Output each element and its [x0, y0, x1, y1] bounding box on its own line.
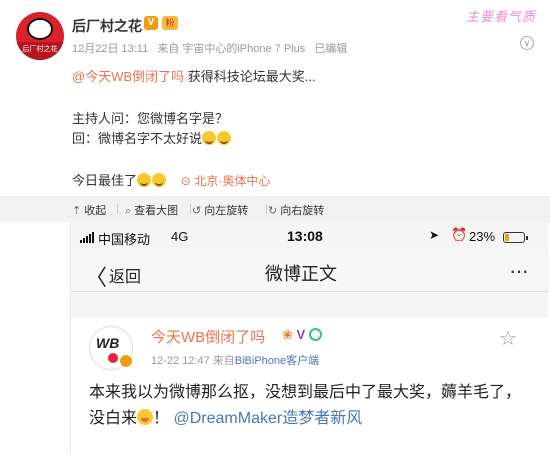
alarm-icon: ⏰ — [451, 227, 468, 242]
rotate-right-button[interactable]: ↻ 向右旋转 — [268, 202, 324, 218]
network-type: 4G — [171, 229, 189, 244]
battery-fill — [505, 234, 509, 241]
author-avatar[interactable]: 后厂村之花 — [16, 12, 64, 60]
divider — [190, 204, 191, 214]
rotate-left-label: 向左旋转 — [204, 205, 249, 217]
emoji-icon — [217, 131, 232, 145]
divider — [117, 204, 118, 214]
mention-link[interactable]: @今天WB倒闭了吗 — [72, 69, 184, 84]
nav-bar: 〈返回 微博正文 ··· — [71, 252, 549, 292]
status-time: 13:08 — [287, 228, 323, 244]
page-title: 微博正文 — [265, 264, 337, 284]
post-line-1-text: 获得科技论坛最大奖... — [184, 69, 316, 84]
rotate-left-button[interactable]: ↺ 向左旋转 — [192, 202, 248, 218]
client-link[interactable]: BiBiPhone客户端 — [235, 355, 319, 367]
post-line-4: 今日最佳了 ⊙ 北京·奥体中心 — [72, 170, 270, 189]
post-meta: 12月22日 13:11 来自 宇宙中心的iPhone 7 Plus 已编辑 — [72, 40, 353, 56]
post-source: 来自 宇宙中心的iPhone 7 Plus — [157, 43, 306, 55]
author-name[interactable]: 后厂村之花 — [72, 16, 142, 36]
card-meta: 12-22 12:47 来自BiBiPhone客户端 — [151, 352, 319, 368]
avatar-face — [27, 18, 53, 40]
verified-badge-icon: V — [144, 16, 158, 30]
battery-percent: 23% — [469, 229, 496, 244]
signal-icon — [80, 232, 94, 243]
phone-screenshot: 中国移动 4G 13:08 ➤ ⏰ 23% 〈返回 微博正文 ··· WB 今天… — [70, 222, 549, 454]
avatar-logo-text: WB — [96, 335, 120, 351]
check-badge-icon — [308, 328, 322, 341]
more-icon[interactable]: ··· — [509, 258, 529, 284]
card-date: 12-22 12:47 — [151, 355, 210, 367]
laugh-emoji-icon — [152, 173, 167, 187]
card-source-prefix: 来自 — [212, 355, 235, 367]
location-pin-icon: ⊙ — [180, 174, 191, 188]
post-line-3: 回：微博名字不太好说 — [72, 128, 232, 147]
collapse-label: 收起 — [84, 205, 107, 217]
drool-emoji-icon — [137, 409, 154, 425]
watermark: 主要看气质 — [466, 9, 537, 24]
back-label: 返回 — [109, 269, 142, 286]
post-line-2: 主持人问：您微博名字是？ — [72, 111, 229, 126]
laugh-emoji-icon — [137, 173, 152, 187]
post-line-1: @今天WB倒闭了吗 获得科技论坛最大奖... — [72, 66, 316, 85]
image-toolbar: ⇡ 收起 ⌕ 查看大图 ↺ 向左旋转 ↻ 向右旋转 — [0, 196, 550, 222]
card-text-tail: ！ — [153, 410, 170, 427]
chevron-left-icon: 〈 — [85, 265, 108, 290]
location-arrow-icon: ➤ — [429, 228, 440, 242]
avatar-caption: 后厂村之花 — [16, 42, 64, 60]
carrier-name: 中国移动 — [98, 232, 151, 247]
rotate-right-label: 向右旋转 — [280, 205, 325, 217]
card-mention-link[interactable]: @DreamMaker造梦者新风 — [173, 410, 362, 427]
edited-label[interactable]: 已编辑 — [314, 43, 347, 55]
verified-badge-icon — [119, 354, 133, 368]
post-line-3-text: 回：微博名字不太好说 — [72, 131, 203, 146]
fan-badge-icon: 粉 — [162, 16, 178, 30]
weibo-post: 后厂村之花 后厂村之花 V 粉 主要看气质 ∨ 12月22日 13:11 来自 … — [0, 0, 550, 196]
rotate-right-icon: ↻ — [268, 205, 278, 217]
bulb-icon — [108, 353, 118, 363]
collapse-icon: ⇡ — [72, 205, 82, 217]
card-badges: ❀ V — [282, 327, 322, 343]
collapse-button[interactable]: ⇡ 收起 — [72, 202, 106, 218]
magnifier-icon: ⌕ — [125, 205, 132, 217]
view-large-button[interactable]: ⌕ 查看大图 — [125, 202, 178, 218]
vip-badge-icon: V — [296, 327, 306, 342]
back-button[interactable]: 〈返回 — [85, 260, 141, 292]
battery-icon — [503, 232, 528, 243]
view-large-label: 查看大图 — [134, 205, 179, 217]
chevron-down-icon[interactable]: ∨ — [520, 36, 534, 50]
rotate-left-icon: ↺ — [192, 205, 202, 217]
star-icon[interactable]: ☆ — [499, 326, 517, 351]
card-author-name[interactable]: 今天WB倒闭了吗 — [151, 326, 265, 347]
status-bar: 中国移动 4G 13:08 ➤ ⏰ 23% — [71, 222, 549, 252]
fan-badge-icon: ❀ — [282, 327, 293, 342]
post-line-4-text: 今日最佳了 — [72, 173, 138, 188]
post-card: WB 今天WB倒闭了吗 ❀ V 12-22 12:47 来自BiBiPhone客… — [71, 318, 549, 454]
location-link[interactable]: 北京·奥体中心 — [194, 174, 270, 188]
emoji-icon — [202, 131, 217, 145]
divider — [266, 204, 267, 214]
card-text: 本来我以为微博那么抠，没想到最后中了最大奖，薅羊毛了，没白来！ @DreamMa… — [89, 380, 535, 432]
post-date[interactable]: 12月22日 13:11 — [72, 43, 148, 55]
